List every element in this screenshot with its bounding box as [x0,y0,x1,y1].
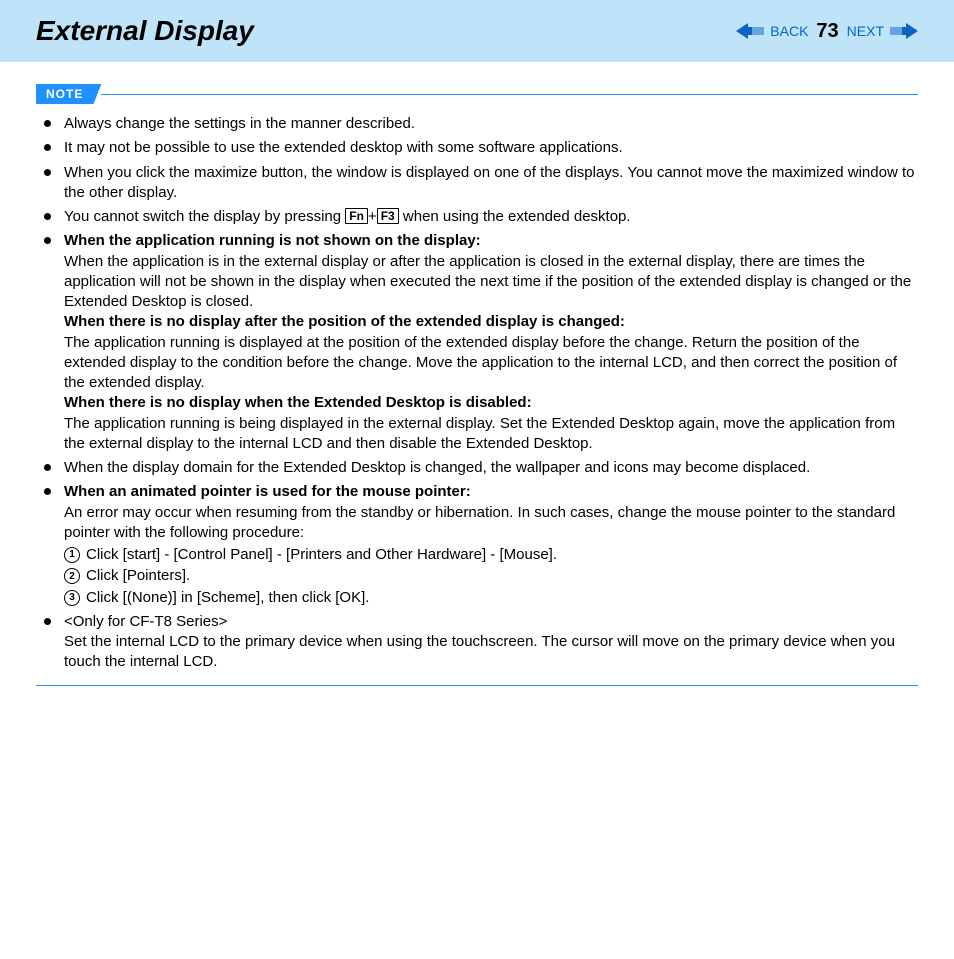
list-item: You cannot switch the display by pressin… [36,207,918,227]
back-button[interactable]: BACK [736,23,808,39]
text: <Only for CF-T8 Series> [64,613,227,630]
text: You cannot switch the display by pressin… [64,208,345,225]
step-number-icon: 2 [64,568,80,584]
text: when using the extended desktop. [399,208,631,225]
list-item: When you click the maximize button, the … [36,163,918,204]
list-item: When the application running is not show… [36,231,918,454]
step-number-icon: 3 [64,590,80,606]
subheading: When the application running is not show… [64,232,481,249]
text: The application running is displayed at … [64,334,897,392]
bottom-rule [36,685,918,686]
note-list: Always change the settings in the manner… [36,114,918,673]
back-arrow-icon [736,23,764,39]
back-label: BACK [770,23,808,39]
step-row: 1 Click [start] - [Control Panel] - [Prin… [64,545,918,565]
next-button[interactable]: NEXT [847,23,918,39]
subheading: When there is no display when the Extend… [64,394,532,411]
list-item: When an animated pointer is used for the… [36,482,918,608]
note-rule [101,94,918,95]
subheading: When there is no display after the posit… [64,313,625,330]
text: The application running is being display… [64,415,895,452]
step-number-icon: 1 [64,547,80,563]
step-row: 2 Click [Pointers]. [64,566,918,586]
step-text: Click [start] - [Control Panel] - [Print… [86,545,557,565]
plus-sign: + [368,208,377,225]
next-label: NEXT [847,23,884,39]
list-item: When the display domain for the Extended… [36,458,918,478]
step-text: Click [Pointers]. [86,566,190,586]
step-row: 3 Click [(None)] in [Scheme], then click … [64,588,918,608]
text: When the application is in the external … [64,253,911,311]
list-item: Always change the settings in the manner… [36,114,918,134]
key-fn-icon: Fn [345,208,368,224]
note-label: NOTE [36,84,101,104]
page-title: External Display [36,15,254,47]
key-f3-icon: F3 [377,208,399,224]
numbered-steps: 1 Click [start] - [Control Panel] - [Prin… [64,545,918,608]
subheading: When an animated pointer is used for the… [64,483,471,500]
list-item: <Only for CF-T8 Series> Set the internal… [36,612,918,673]
text: Set the internal LCD to the primary devi… [64,633,895,670]
list-item: It may not be possible to use the extend… [36,138,918,158]
next-arrow-icon [890,23,918,39]
step-text: Click [(None)] in [Scheme], then click [… [86,588,369,608]
page-nav: BACK 73 NEXT [736,20,918,43]
note-header: NOTE [36,84,918,104]
page-number: 73 [816,20,838,43]
text: An error may occur when resuming from th… [64,504,895,541]
